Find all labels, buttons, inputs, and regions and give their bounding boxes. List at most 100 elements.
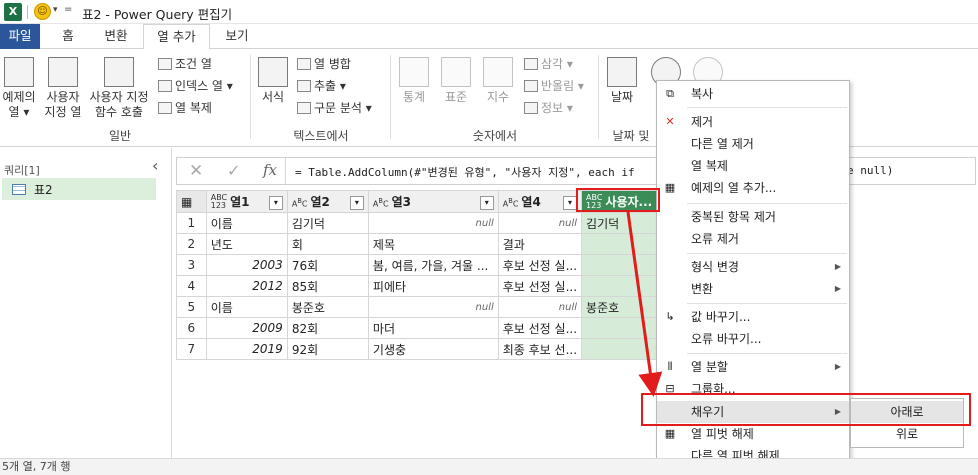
menu-item-remove-other-columns[interactable]: 다른 열 제거 <box>657 133 849 155</box>
conditional-column-button[interactable]: 조건 열 <box>158 55 212 72</box>
menu-item-change-type[interactable]: 형식 변경 ▶ <box>657 256 849 278</box>
table-menu-icon[interactable]: ▦ <box>176 190 207 213</box>
table-cell[interactable]: 김기덕 <box>581 212 660 234</box>
table-cell[interactable] <box>581 275 660 297</box>
information-button[interactable]: 정보 ▾ <box>524 99 573 116</box>
table-row[interactable]: 7 2019 92회 기생충 최종 후보 선... <box>176 338 660 360</box>
merge-columns-button[interactable]: 열 병합 <box>297 55 351 72</box>
menu-item-unpivot-columns[interactable]: ▦ 열 피벗 해제 <box>657 423 849 445</box>
table-cell[interactable]: 제목 <box>367 233 499 255</box>
table-cell[interactable]: 기생충 <box>367 338 499 360</box>
table-cell[interactable]: 85회 <box>286 275 369 297</box>
tab-add-column[interactable]: 열 추가 <box>143 24 210 50</box>
date-button[interactable]: 날짜 <box>604 57 640 105</box>
table-cell[interactable] <box>581 233 660 255</box>
table-row[interactable]: 3 2003 76회 봄, 여름, 가을, 겨울 ... 후보 선정 실... <box>176 254 660 276</box>
formula-input[interactable]: = Table.AddColumn(#"변경된 유형", "사용자 지정", e… <box>295 164 635 180</box>
table-cell[interactable]: 후보 선정 실... <box>497 254 583 276</box>
column-header-3[interactable]: ABC 열3 ▾ <box>367 190 499 213</box>
table-cell[interactable]: 92회 <box>286 338 369 360</box>
row-number: 1 <box>176 212 207 234</box>
menu-item-transform[interactable]: 변환 ▶ <box>657 278 849 300</box>
duplicate-column-button[interactable]: 열 복제 <box>158 99 212 116</box>
table-cell[interactable]: 결과 <box>497 233 583 255</box>
table-row[interactable]: 6 2009 82회 마더 후보 선정 실... <box>176 317 660 339</box>
exponent-icon <box>483 57 513 87</box>
standard-button[interactable]: 표준 <box>438 57 474 105</box>
table-cell[interactable]: 이름 <box>205 212 288 234</box>
filter-icon[interactable]: ▾ <box>268 195 283 210</box>
parse-button[interactable]: 구문 분석 ▾ <box>297 99 372 116</box>
query-item[interactable]: 표2 <box>2 178 156 200</box>
table-cell[interactable]: 마더 <box>367 317 499 339</box>
menu-item-duplicate-column[interactable]: 열 복제 <box>657 155 849 177</box>
smiley-feedback-icon[interactable]: ☺ <box>34 3 51 20</box>
filter-icon[interactable]: ▾ <box>349 196 364 210</box>
tab-transform[interactable]: 변환 <box>92 24 140 49</box>
table-cell[interactable]: 76회 <box>286 254 369 276</box>
table-cell[interactable]: 2009 <box>205 317 288 339</box>
tab-file[interactable]: 파일 <box>0 24 40 49</box>
menu-item-copy[interactable]: ⧉ 복사 <box>657 83 849 105</box>
table-row[interactable]: 2 년도 회 제목 결과 <box>176 233 660 255</box>
menu-item-remove[interactable]: ✕ 제거 <box>657 111 849 133</box>
table-cell[interactable]: null <box>367 296 499 318</box>
table-cell[interactable]: 회 <box>286 233 369 255</box>
tab-view[interactable]: 보기 <box>214 24 260 49</box>
table-cell[interactable] <box>581 338 660 360</box>
table-row[interactable]: 1 이름 김기덕 null null 김기덕 <box>176 212 660 234</box>
rounding-button[interactable]: 반올림 ▾ <box>524 77 584 94</box>
table-cell[interactable]: 최종 후보 선... <box>497 338 583 360</box>
table-cell[interactable] <box>581 254 660 276</box>
table-cell[interactable]: null <box>367 212 499 234</box>
menu-item-split-column[interactable]: ⫴ 열 분할 ▶ <box>657 356 849 378</box>
table-cell[interactable]: 후보 선정 실... <box>497 275 583 297</box>
menu-item-column-from-examples[interactable]: ▦ 예제의 열 추가... <box>657 177 849 199</box>
invoke-custom-function-button[interactable]: 사용자 지정 함수 호출 <box>86 57 152 120</box>
table-cell[interactable]: 2019 <box>205 338 288 360</box>
scientific-button[interactable]: 지수 <box>480 57 516 105</box>
table-cell[interactable]: 김기덕 <box>286 212 369 234</box>
fx-icon[interactable]: fx <box>263 161 277 179</box>
menu-item-replace-errors[interactable]: 오류 바꾸기... <box>657 328 849 350</box>
row-number: 6 <box>176 317 207 339</box>
filter-icon[interactable]: ▾ <box>563 196 578 210</box>
table-cell[interactable]: 년도 <box>205 233 288 255</box>
column-header-1[interactable]: ABC 123 열1 ▾ <box>205 190 288 213</box>
filter-icon[interactable]: ▾ <box>479 196 494 210</box>
feedback-dropdown-icon[interactable]: ▾ <box>53 5 58 15</box>
trigonometry-button[interactable]: 삼각 ▾ <box>524 55 573 72</box>
confirm-formula-icon[interactable]: ✓ <box>227 161 240 180</box>
collapse-chevron-icon[interactable]: ‹ <box>152 156 158 175</box>
custom-column-button[interactable]: 사용자 지정 열 <box>40 57 86 120</box>
table-cell[interactable]: 봉준호 <box>286 296 369 318</box>
table-cell[interactable]: 후보 선정 실... <box>497 317 583 339</box>
table-row[interactable]: 4 2012 85회 피에타 후보 선정 실... <box>176 275 660 297</box>
table-cell[interactable]: 이름 <box>205 296 288 318</box>
table-cell[interactable] <box>581 317 660 339</box>
table-cell[interactable]: 봄, 여름, 가을, 겨울 ... <box>367 254 499 276</box>
quick-access-customize-icon[interactable]: = <box>64 4 72 15</box>
table-cell[interactable]: null <box>497 296 583 318</box>
extract-button[interactable]: 추출 ▾ <box>297 77 346 94</box>
index-column-button[interactable]: 인덱스 열 ▾ <box>158 77 233 94</box>
table-cell[interactable]: 82회 <box>286 317 369 339</box>
column-from-examples-button[interactable]: 예제의 열 ▾ <box>0 57 38 120</box>
table-cell[interactable]: 2003 <box>205 254 288 276</box>
table-row[interactable]: 5 이름 봉준호 null null 봉준호 <box>176 296 660 318</box>
column-header-2[interactable]: ABC 열2 ▾ <box>286 190 369 213</box>
menu-item-remove-errors[interactable]: 오류 제거 <box>657 228 849 250</box>
table-cell[interactable]: null <box>497 212 583 234</box>
menu-item-remove-duplicates[interactable]: 중복된 항목 제거 <box>657 206 849 228</box>
group-label-general: 일반 <box>108 129 132 143</box>
menu-item-replace-values[interactable]: ↳ 값 바꾸기... <box>657 306 849 328</box>
fill-up-item[interactable]: 위로 <box>851 423 963 445</box>
statistics-button[interactable]: 통계 <box>396 57 432 105</box>
column-header-4[interactable]: ABC 열4 ▾ <box>497 190 583 213</box>
table-cell[interactable]: 피에타 <box>367 275 499 297</box>
tab-home[interactable]: 홈 <box>48 24 88 49</box>
cancel-formula-icon[interactable]: ✕ <box>189 161 203 181</box>
table-cell[interactable]: 봉준호 <box>581 296 660 318</box>
table-cell[interactable]: 2012 <box>205 275 288 297</box>
format-button[interactable]: 서식 <box>255 57 291 105</box>
